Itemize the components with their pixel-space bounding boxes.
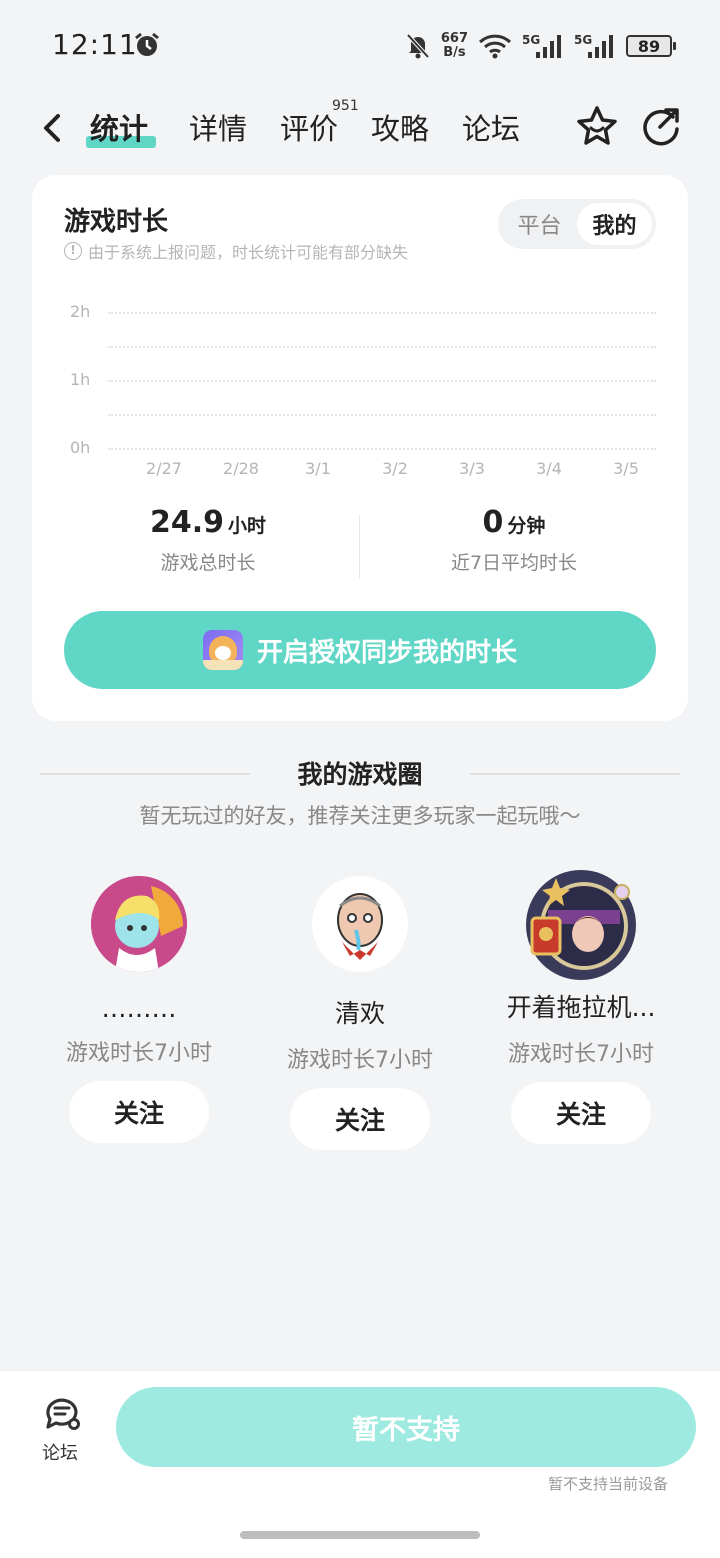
x-tick-label: 3/1 <box>305 459 331 478</box>
total-label: 游戏总时长 <box>160 552 256 574</box>
y-tick-label: 2h <box>70 302 91 321</box>
friend-card: 开着拖拉机... 游戏时长7小时 关注 <box>481 870 681 1144</box>
sync-playtime-button[interactable]: 开启授权同步我的时长 <box>64 611 656 689</box>
x-tick-label: 3/5 <box>613 459 639 478</box>
follow-button[interactable]: 关注 <box>290 1088 430 1150</box>
alarm-icon <box>135 32 159 56</box>
divider <box>359 515 360 579</box>
tab-reviews[interactable]: 评价 <box>280 106 338 148</box>
card-note: ! 由于系统上报问题，时长统计可能有部分缺失 <box>64 239 408 263</box>
unsupported-note: 暂不支持当前设备 <box>547 1475 668 1493</box>
toggle-platform[interactable]: 平台 <box>502 203 577 245</box>
friend-playtime: 游戏时长7小时 <box>508 1042 654 1067</box>
stats-row: 24.9 小时 游戏总时长 0 分钟 近7日平均时长 <box>32 505 688 585</box>
top-nav: 统计 详情 评价 951 攻略 论坛 <box>0 96 720 160</box>
x-tick-label: 2/28 <box>223 459 259 478</box>
friend-card: ……… 游戏时长7小时 关注 <box>39 876 239 1143</box>
tab-forum[interactable]: 论坛 <box>462 106 520 148</box>
tab-stats[interactable]: 统计 <box>90 106 148 148</box>
total-playtime: 24.9 小时 游戏总时长 <box>58 505 358 575</box>
reviews-count-badge: 951 <box>332 98 359 114</box>
avatar[interactable] <box>526 870 636 980</box>
share-icon[interactable] <box>640 105 682 147</box>
mute-bell-icon <box>406 33 430 59</box>
grid-line <box>108 414 656 416</box>
sync-button-label: 开启授权同步我的时长 <box>256 637 517 668</box>
avg-playtime: 0 分钟 近7日平均时长 <box>364 505 664 575</box>
avatar[interactable] <box>91 876 187 972</box>
favorite-star-icon[interactable] <box>574 104 620 150</box>
bottom-action-bar: 论坛 暂不支持 暂不支持当前设备 <box>0 1370 720 1558</box>
signal-5g-icon-2: 5G <box>574 33 613 58</box>
friend-card: 清欢 游戏时长7小时 关注 <box>260 876 460 1150</box>
y-tick-label: 0h <box>70 438 91 457</box>
grid-line <box>108 312 656 314</box>
forum-chat-icon[interactable] <box>42 1393 82 1433</box>
friend-name: ……… <box>101 994 177 1023</box>
svg-text:5G: 5G <box>522 33 540 47</box>
follow-button[interactable]: 关注 <box>511 1082 651 1144</box>
card-title: 游戏时长 <box>64 207 169 237</box>
platform-mine-toggle: 平台 我的 <box>498 199 656 249</box>
follow-button[interactable]: 关注 <box>69 1081 209 1143</box>
forum-label[interactable]: 论坛 <box>42 1439 78 1465</box>
signal-5g-icon: 5G <box>522 33 561 58</box>
game-circle-title: 我的游戏圈 <box>297 760 423 789</box>
playtime-card: 游戏时长 ! 由于系统上报问题，时长统计可能有部分缺失 平台 我的 2h 1h … <box>32 175 688 721</box>
toggle-mine[interactable]: 我的 <box>577 203 652 245</box>
avg-value: 0 <box>482 505 504 540</box>
tab-details[interactable]: 详情 <box>189 106 247 148</box>
game-circle-header: 我的游戏圈 <box>40 755 680 791</box>
wifi-icon <box>478 34 512 59</box>
net-speed: 667 B/s <box>440 31 468 60</box>
battery-indicator: 89 <box>626 35 676 57</box>
x-tick-label: 2/27 <box>146 459 182 478</box>
svg-text:5G: 5G <box>574 33 592 47</box>
x-tick-label: 3/4 <box>536 459 562 478</box>
home-indicator[interactable] <box>240 1531 480 1539</box>
avg-label: 近7日平均时长 <box>450 552 578 574</box>
grid-line <box>108 448 656 450</box>
total-unit: 小时 <box>228 515 267 537</box>
game-circle-subtitle: 暂无玩过的好友，推荐关注更多玩家一起玩哦～ <box>139 804 581 828</box>
friend-playtime: 游戏时长7小时 <box>287 1048 433 1073</box>
y-tick-label: 1h <box>70 370 91 389</box>
avatar[interactable] <box>312 876 408 972</box>
status-bar: 12:11 667 B/s 5G 5G 89 <box>0 0 720 90</box>
grid-line <box>108 380 656 382</box>
playtime-chart: 2h 1h 0h 2/27 2/28 3/1 3/2 3/3 3/4 3/5 <box>32 285 688 485</box>
x-tick-label: 3/2 <box>382 459 408 478</box>
info-icon: ! <box>64 242 82 260</box>
total-value: 24.9 <box>149 505 224 540</box>
x-tick-label: 3/3 <box>459 459 485 478</box>
avg-unit: 分钟 <box>507 515 546 537</box>
status-time: 12:11 <box>52 28 138 61</box>
status-icons: 667 B/s 5G 5G 89 <box>405 28 676 64</box>
friend-playtime: 游戏时长7小时 <box>66 1041 212 1066</box>
unsupported-button[interactable]: 暂不支持 <box>116 1387 696 1467</box>
grid-line <box>108 346 656 348</box>
friend-name: 清欢 <box>334 999 385 1028</box>
app-dog-icon <box>202 630 243 670</box>
back-arrow-icon[interactable] <box>36 110 68 146</box>
friend-name: 开着拖拉机... <box>506 993 656 1022</box>
note-text: 由于系统上报问题，时长统计可能有部分缺失 <box>88 243 409 262</box>
tab-guides[interactable]: 攻略 <box>371 106 429 148</box>
